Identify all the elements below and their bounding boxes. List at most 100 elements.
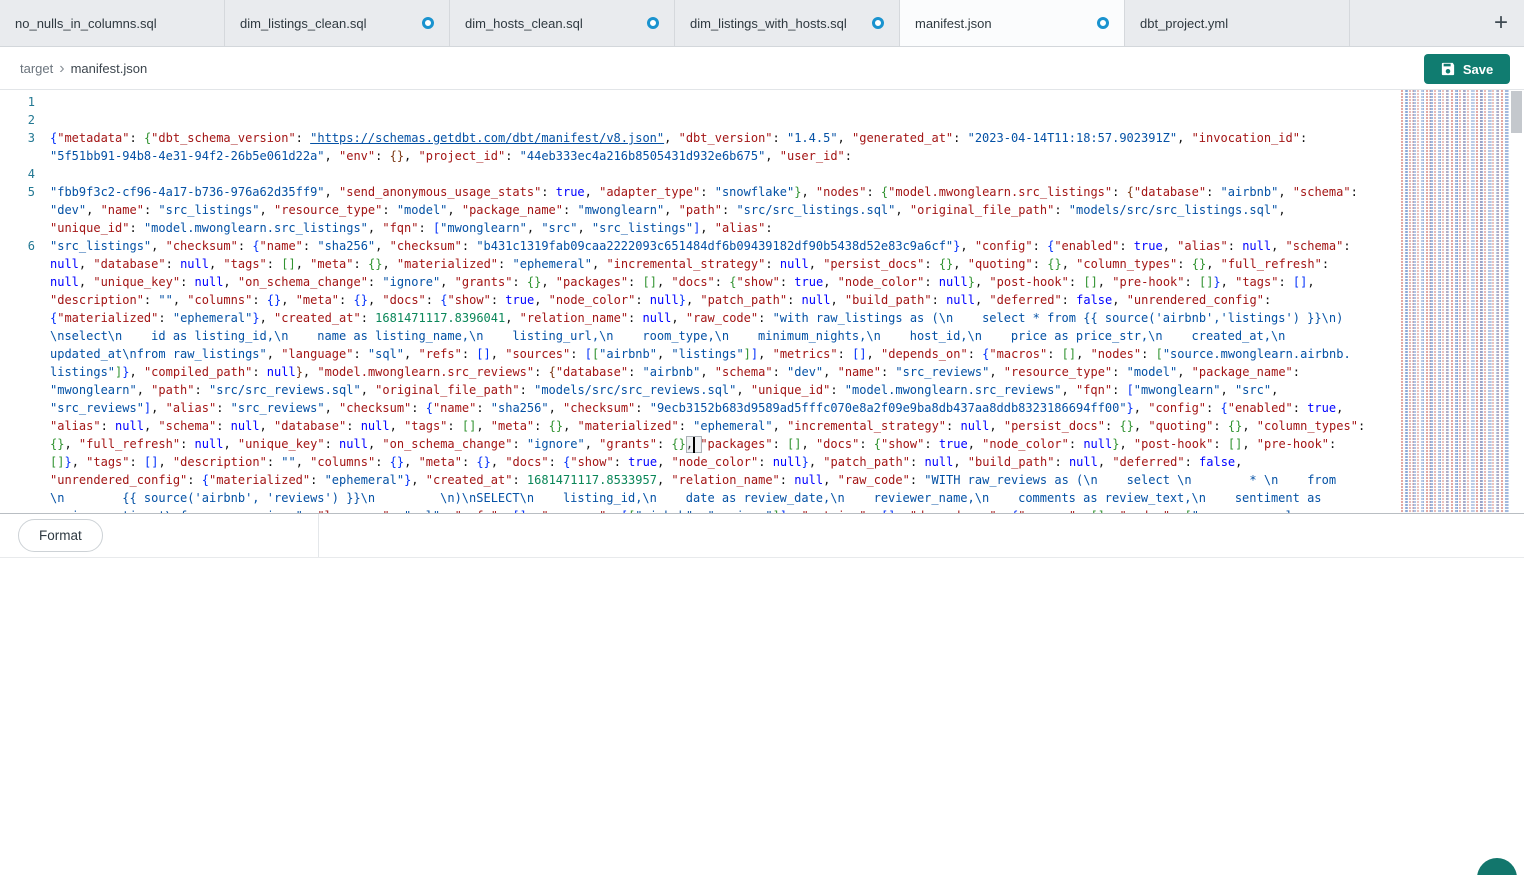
line-number [0, 363, 50, 381]
vertical-scrollbar[interactable] [1509, 90, 1524, 513]
code-text[interactable] [50, 93, 1401, 111]
code-text[interactable]: \n {{ source('airbnb', 'reviews') }}\n \… [50, 489, 1401, 507]
save-button[interactable]: Save [1424, 54, 1510, 84]
breadcrumb-folder: target [20, 61, 53, 76]
floppy-disk-icon [1441, 62, 1455, 76]
dbt-ide-window: no_nulls_in_columns.sql dim_listings_clea… [0, 0, 1524, 875]
line-number [0, 471, 50, 489]
save-button-label: Save [1463, 62, 1493, 77]
code-text[interactable]: null, "database": null, "tags": [], "met… [50, 255, 1401, 273]
scrollbar-thumb[interactable] [1511, 91, 1522, 133]
code-text[interactable]: "fbb9f3c2-cf96-4a17-b736-976a62d35ff9", … [50, 183, 1401, 201]
tab-label: dbt_project.yml [1140, 16, 1228, 31]
line-number [0, 327, 50, 345]
line-number: 5 [0, 183, 50, 201]
editor-tab[interactable]: dim_hosts_clean.sql [450, 0, 675, 46]
breadcrumb: target › manifest.json [0, 61, 147, 77]
code-text[interactable]: "unrendered_config": {"materialized": "e… [50, 471, 1401, 489]
line-number [0, 291, 50, 309]
code-text[interactable]: listings"]}, "compiled_path": null}, "mo… [50, 363, 1401, 381]
minimap[interactable] [1401, 90, 1509, 513]
toolbar-divider [318, 514, 319, 557]
code-text[interactable]: updated_at\nfrom raw_listings", "languag… [50, 345, 1401, 363]
code-text[interactable] [50, 111, 1401, 129]
unsaved-changes-dot-icon[interactable] [1097, 17, 1109, 29]
line-number [0, 489, 50, 507]
unsaved-changes-dot-icon[interactable] [872, 17, 884, 29]
code-text[interactable]: "mwonglearn", "path": "src/src_reviews.s… [50, 381, 1401, 399]
breadcrumb-chevron-icon: › [59, 61, 64, 77]
line-number [0, 435, 50, 453]
line-number: 1 [0, 93, 50, 111]
line-number: 6 [0, 237, 50, 255]
tab-label: no_nulls_in_columns.sql [15, 16, 157, 31]
code-row[interactable]: updated_at\nfrom raw_listings", "languag… [0, 345, 1401, 363]
code-row[interactable]: 3{"metadata": {"dbt_schema_version": "ht… [0, 129, 1401, 147]
code-text[interactable]: {"metadata": {"dbt_schema_version": "htt… [50, 129, 1401, 147]
code-row[interactable]: 5"fbb9f3c2-cf96-4a17-b736-976a62d35ff9",… [0, 183, 1401, 201]
code-row[interactable]: "src_reviews"], "alias": "src_reviews", … [0, 399, 1401, 417]
format-toolbar: Format [0, 514, 1524, 557]
code-row[interactable]: null, "database": null, "tags": [], "met… [0, 255, 1401, 273]
editor-tab[interactable]: manifest.json [900, 0, 1125, 46]
code-row[interactable]: {"materialized": "ephemeral"}, "created_… [0, 309, 1401, 327]
code-text[interactable]: "src_listings", "checksum": {"name": "sh… [50, 237, 1401, 255]
tab-label: manifest.json [915, 16, 992, 31]
format-button[interactable]: Format [18, 519, 103, 552]
editor-tab[interactable]: dbt_project.yml [1125, 0, 1350, 46]
code-text[interactable]: "5f51bb91-94b8-4e31-94f2-26b5e061d22a", … [50, 147, 1401, 165]
line-number [0, 417, 50, 435]
code-text[interactable]: \nselect\n id as listing_id,\n name as l… [50, 327, 1401, 345]
code-text[interactable]: "src_reviews"], "alias": "src_reviews", … [50, 399, 1401, 417]
code-row[interactable]: "description": "", "columns": {}, "meta"… [0, 291, 1401, 309]
code-row[interactable]: \nselect\n id as listing_id,\n name as l… [0, 327, 1401, 345]
code-row[interactable]: null, "unique_key": null, "on_schema_cha… [0, 273, 1401, 291]
code-row[interactable]: 1 [0, 93, 1401, 111]
code-row[interactable]: "unrendered_config": {"materialized": "e… [0, 471, 1401, 489]
code-row[interactable]: "dev", "name": "src_listings", "resource… [0, 201, 1401, 219]
tabs-container: no_nulls_in_columns.sql dim_listings_clea… [0, 0, 1350, 46]
line-number [0, 381, 50, 399]
code-text[interactable]: {"materialized": "ephemeral"}, "created_… [50, 309, 1401, 327]
code-row[interactable]: "alias": null, "schema": null, "database… [0, 417, 1401, 435]
code-row[interactable]: []}, "tags": [], "description": "", "col… [0, 453, 1401, 471]
line-number [0, 309, 50, 327]
line-number [0, 201, 50, 219]
breadcrumb-file: manifest.json [71, 61, 148, 76]
code-text[interactable]: "description": "", "columns": {}, "meta"… [50, 291, 1401, 309]
code-text[interactable]: {}, "full_refresh": null, "unique_key": … [50, 435, 1401, 453]
code-row[interactable]: "unique_id": "model.mwonglearn.src_listi… [0, 219, 1401, 237]
line-number [0, 453, 50, 471]
line-number [0, 345, 50, 363]
line-number [0, 273, 50, 291]
code-text[interactable]: "dev", "name": "src_listings", "resource… [50, 201, 1401, 219]
line-number [0, 147, 50, 165]
line-number [0, 255, 50, 273]
code-text[interactable]: []}, "tags": [], "description": "", "col… [50, 453, 1401, 471]
new-tab-button[interactable]: + [1486, 8, 1516, 38]
code-text[interactable] [50, 165, 1401, 183]
unsaved-changes-dot-icon[interactable] [647, 17, 659, 29]
editor-tab[interactable]: dim_listings_with_hosts.sql [675, 0, 900, 46]
code-row[interactable]: 6"src_listings", "checksum": {"name": "s… [0, 237, 1401, 255]
code-text[interactable]: null, "unique_key": null, "on_schema_cha… [50, 273, 1401, 291]
line-number [0, 399, 50, 417]
unsaved-changes-dot-icon[interactable] [422, 17, 434, 29]
code-row[interactable]: "mwonglearn", "path": "src/src_reviews.s… [0, 381, 1401, 399]
code-row[interactable]: {}, "full_refresh": null, "unique_key": … [0, 435, 1401, 453]
code-text[interactable]: "alias": null, "schema": null, "database… [50, 417, 1401, 435]
code-editor[interactable]: 123{"metadata": {"dbt_schema_version": "… [0, 90, 1524, 513]
line-number: 2 [0, 111, 50, 129]
code-row[interactable]: 4 [0, 165, 1401, 183]
code-row[interactable]: 2 [0, 111, 1401, 129]
code-row[interactable]: \n {{ source('airbnb', 'reviews') }}\n \… [0, 489, 1401, 507]
code-text[interactable]: "unique_id": "model.mwonglearn.src_listi… [50, 219, 1401, 237]
editor-tab[interactable]: no_nulls_in_columns.sql [0, 0, 225, 46]
line-number: 4 [0, 165, 50, 183]
file-header-bar: target › manifest.json Save [0, 48, 1524, 90]
code-row[interactable]: listings"]}, "compiled_path": null}, "mo… [0, 363, 1401, 381]
code-row[interactable]: "5f51bb91-94b8-4e31-94f2-26b5e061d22a", … [0, 147, 1401, 165]
code-rows[interactable]: 123{"metadata": {"dbt_schema_version": "… [0, 90, 1401, 513]
tab-label: dim_hosts_clean.sql [465, 16, 583, 31]
editor-tab[interactable]: dim_listings_clean.sql [225, 0, 450, 46]
